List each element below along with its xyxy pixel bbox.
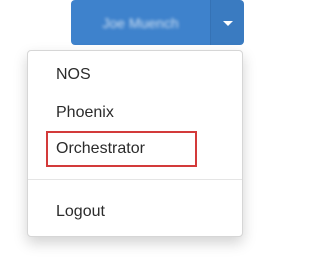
menu-item-orchestrator[interactable]: Orchestrator (46, 131, 197, 167)
menu-item-nos[interactable]: NOS (56, 65, 91, 85)
menu-item-orchestrator-label: Orchestrator (56, 140, 145, 157)
user-name-label: Joe Muench (102, 14, 179, 31)
user-button-group: Joe Muench (71, 0, 244, 45)
menu-item-logout[interactable]: Logout (56, 202, 105, 222)
user-menu-toggle-button[interactable] (210, 0, 244, 45)
menu-divider (28, 179, 242, 180)
caret-down-icon (222, 21, 233, 26)
user-dropdown-menu: NOS Phoenix Orchestrator Logout (27, 50, 243, 237)
menu-item-phoenix[interactable]: Phoenix (56, 103, 114, 123)
user-menu-screenshot: Joe Muench NOS Phoenix Orchestrator Logo… (0, 0, 246, 259)
user-button[interactable]: Joe Muench (71, 0, 210, 45)
